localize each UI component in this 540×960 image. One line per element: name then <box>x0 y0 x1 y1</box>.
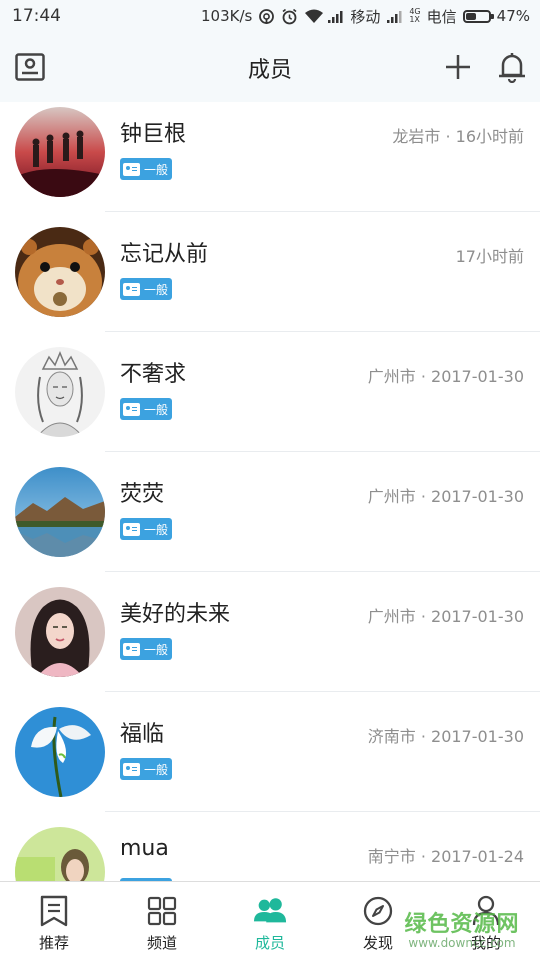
level-badge: 一般 <box>120 758 173 780</box>
bottom-nav: 推荐 频道 成员 发现 我的 <box>0 881 540 960</box>
nav-label: 频道 <box>146 934 177 952</box>
nav-item-recommend[interactable]: 推荐 <box>0 882 108 960</box>
member-name: 荧荧 <box>120 482 165 507</box>
members-icon <box>253 894 287 928</box>
list-item[interactable]: mua 南宁市 · 2017-01-24 一般 <box>0 812 540 882</box>
carrier-2: 电信 <box>426 7 457 26</box>
level-badge: 一般 <box>120 158 173 180</box>
nav-label: 推荐 <box>38 934 69 952</box>
member-name: 忘记从前 <box>120 242 209 267</box>
notifications-button[interactable] <box>494 49 530 85</box>
member-meta: 17小时前 <box>455 247 524 266</box>
wifi-icon <box>304 8 324 25</box>
signal-icon-1 <box>327 8 344 25</box>
id-card-icon <box>123 522 140 536</box>
member-meta: 广州市 · 2017-01-30 <box>367 367 524 386</box>
nav-label: 我的 <box>470 934 501 952</box>
list-item[interactable]: 钟巨根 龙岩市 · 16小时前 一般 <box>0 102 540 212</box>
member-name: mua <box>120 836 169 861</box>
nav-item-discover[interactable]: 发现 <box>324 882 432 960</box>
bookmark-icon <box>37 894 71 928</box>
list-item[interactable]: 不奢求 广州市 · 2017-01-30 一般 <box>0 332 540 452</box>
nav-item-members[interactable]: 成员 <box>216 882 324 960</box>
avatar[interactable] <box>15 587 105 677</box>
nav-label: 成员 <box>254 934 285 952</box>
member-name: 美好的未来 <box>120 602 231 627</box>
avatar[interactable] <box>15 227 105 317</box>
app-header: 成员 <box>0 32 540 102</box>
level-badge: 一般 <box>120 518 173 540</box>
member-name: 福临 <box>120 722 165 747</box>
carrier-1: 移动 <box>350 7 381 26</box>
list-item[interactable]: 美好的未来 广州市 · 2017-01-30 一般 <box>0 572 540 692</box>
avatar[interactable] <box>15 107 105 197</box>
hotspot-icon <box>258 8 275 25</box>
avatar[interactable] <box>15 827 105 882</box>
level-badge: 一般 <box>120 398 173 420</box>
list-item[interactable]: 荧荧 广州市 · 2017-01-30 一般 <box>0 452 540 572</box>
list-item[interactable]: 福临 济南市 · 2017-01-30 一般 <box>0 692 540 812</box>
level-badge: 一般 <box>120 638 173 660</box>
id-card-icon <box>123 642 140 656</box>
member-name: 钟巨根 <box>120 122 187 147</box>
nav-item-channels[interactable]: 频道 <box>108 882 216 960</box>
id-card-icon <box>123 762 140 776</box>
avatar[interactable] <box>15 347 105 437</box>
member-meta: 济南市 · 2017-01-30 <box>367 727 524 746</box>
level-badge: 一般 <box>120 278 173 300</box>
member-meta: 广州市 · 2017-01-30 <box>367 487 524 506</box>
avatar[interactable] <box>15 707 105 797</box>
member-list[interactable]: 钟巨根 龙岩市 · 16小时前 一般 忘记从前 17小时前 一般 不奢求 广州市… <box>0 102 540 882</box>
nav-label: 发现 <box>362 934 393 952</box>
status-bar: 17:44 103K/s 移动 4G 1X 电信 47% <box>0 0 540 32</box>
member-meta: 龙岩市 · 16小时前 <box>392 127 524 146</box>
user-icon <box>469 894 503 928</box>
status-indicators: 103K/s 移动 4G 1X 电信 47% <box>201 6 530 26</box>
member-name: 不奢求 <box>120 362 187 387</box>
list-item[interactable]: 忘记从前 17小时前 一般 <box>0 212 540 332</box>
id-card-icon <box>123 282 140 296</box>
network-type: 4G 1X <box>409 7 421 24</box>
battery-icon <box>462 9 494 23</box>
id-card-icon <box>123 162 140 176</box>
status-time: 17:44 <box>12 6 61 26</box>
battery-level <box>465 12 476 20</box>
bell-icon <box>499 53 525 83</box>
battery-percent: 47% <box>496 7 530 25</box>
nav-item-mine[interactable]: 我的 <box>432 882 540 960</box>
alarm-icon <box>281 8 298 25</box>
network-speed: 103K/s <box>200 7 253 25</box>
compass-icon <box>361 894 395 928</box>
avatar[interactable] <box>15 467 105 557</box>
add-button[interactable] <box>440 49 476 85</box>
member-meta: 广州市 · 2017-01-30 <box>367 607 524 626</box>
id-card-icon <box>123 402 140 416</box>
plus-icon <box>446 55 470 79</box>
member-meta: 南宁市 · 2017-01-24 <box>367 847 524 866</box>
signal-icon-2 <box>386 8 403 25</box>
grid-icon <box>145 894 179 928</box>
